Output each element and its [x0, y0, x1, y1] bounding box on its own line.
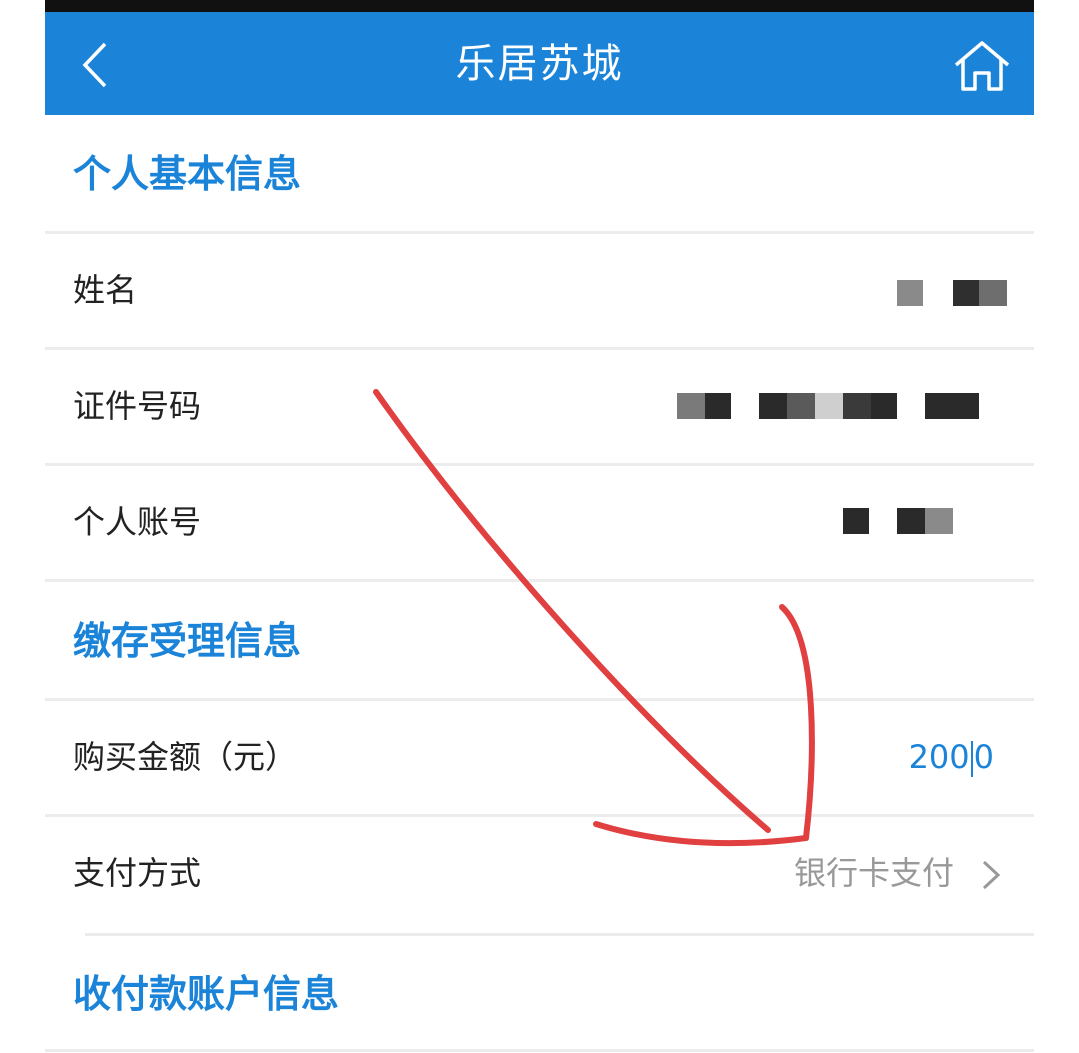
- amount-row: 购买金额（元） 200 0: [45, 701, 1034, 817]
- name-label: 姓名: [73, 271, 138, 309]
- status-bar: [45, 0, 1034, 12]
- form-content: 个人基本信息 姓名 证件号码 个人账号 缴存受理信息 购买金额（元） 200 0…: [45, 115, 1034, 1053]
- personal-account-row: 个人账号: [45, 466, 1034, 582]
- top-nav-bar: 乐居苏城: [45, 12, 1034, 115]
- payment-method-label: 支付方式: [73, 854, 202, 892]
- section-title-account: 收付款账户信息: [73, 972, 340, 1016]
- chevron-right-icon: [982, 860, 1001, 890]
- payment-method-row[interactable]: 支付方式 银行卡支付: [45, 817, 1034, 933]
- section-title-personal: 个人基本信息: [45, 115, 1034, 234]
- page-title: 乐居苏城: [455, 41, 624, 87]
- amount-input[interactable]: 200 0: [909, 701, 994, 814]
- amount-label: 购买金额（元）: [73, 738, 298, 776]
- id-number-row: 证件号码: [45, 350, 1034, 466]
- section-title-deposit: 缴存受理信息: [45, 582, 1034, 701]
- id-number-label: 证件号码: [73, 387, 202, 425]
- divider: [45, 1049, 1034, 1052]
- amount-value-part: 0: [973, 738, 994, 776]
- personal-account-label: 个人账号: [73, 503, 202, 541]
- amount-value-part: 200: [908, 738, 970, 776]
- home-button[interactable]: [952, 39, 1012, 93]
- name-row: 姓名: [45, 234, 1034, 350]
- home-icon: [954, 41, 1010, 91]
- payment-method-value: 银行卡支付: [793, 854, 954, 892]
- text-caret: [970, 741, 973, 777]
